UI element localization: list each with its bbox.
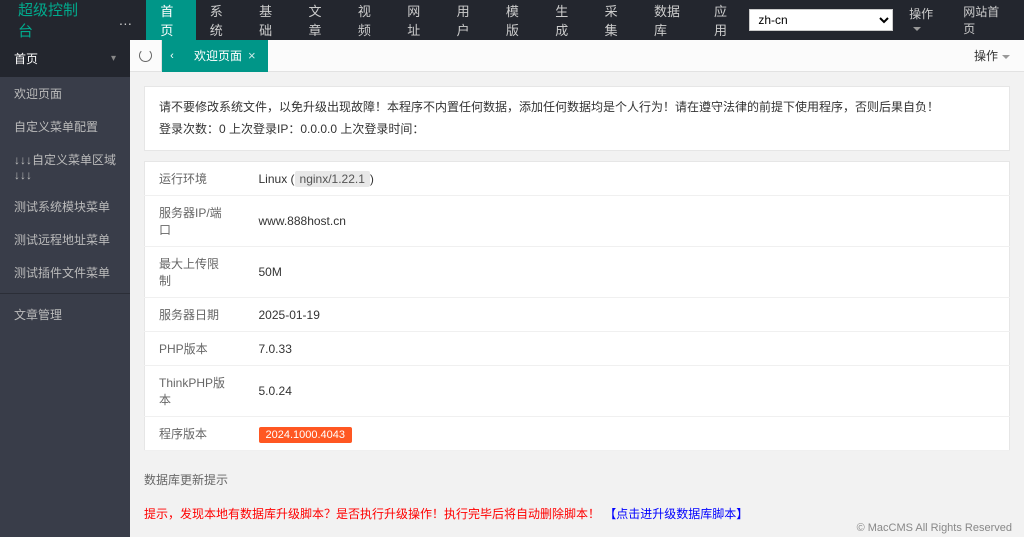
sidebar-item-3[interactable]: 测试系统模块菜单 <box>0 190 130 223</box>
topnav-item-3[interactable]: 文章 <box>294 0 343 40</box>
sidebar-item-1[interactable]: 自定义菜单配置 <box>0 110 130 143</box>
topnav-item-7[interactable]: 模版 <box>492 0 541 40</box>
notice-panel: 请不要修改系统文件，以免升级出现故障！本程序不内置任何数据，添加任何数据均是个人… <box>144 86 1010 151</box>
thinkphp-version: 5.0.24 <box>245 366 1010 417</box>
env-table: 运行环境Linux (nginx/1.22.1) 服务器IP/端口www.888… <box>144 161 1010 451</box>
home-site-link[interactable]: 网站首页 <box>957 3 1012 37</box>
db-update-title: 数据库更新提示 <box>144 463 1010 496</box>
topnav-item-0[interactable]: 首页 <box>146 0 195 40</box>
sidebar-item-article[interactable]: 文章管理 <box>0 298 130 331</box>
refresh-icon <box>139 49 152 62</box>
topnav-item-2[interactable]: 基础 <box>245 0 294 40</box>
notice-line2: 登录次数：0 上次登录IP：0.0.0.0 上次登录时间： <box>159 119 995 141</box>
app-version-badge: 2024.1000.4043 <box>259 427 353 443</box>
sidebar: 首页 ▾ 欢迎页面自定义菜单配置↓↓↓自定义菜单区域↓↓↓测试系统模块菜单测试远… <box>0 40 130 537</box>
server-date: 2025-01-19 <box>245 298 1010 332</box>
chevron-down-icon: ▾ <box>111 53 116 64</box>
sidebar-top-home[interactable]: 首页 ▾ <box>0 40 130 77</box>
topnav-item-8[interactable]: 生成 <box>541 0 590 40</box>
notice-line1: 请不要修改系统文件，以免升级出现故障！本程序不内置任何数据，添加任何数据均是个人… <box>159 97 995 119</box>
nginx-badge: nginx/1.22.1 <box>295 171 370 187</box>
sidebar-item-5[interactable]: 测试插件文件菜单 <box>0 256 130 289</box>
top-nav: 首页系统基础文章视频网址用户模版生成采集数据库应用 <box>146 0 749 40</box>
upload-limit: 50M <box>245 247 1010 298</box>
chevron-down-icon <box>1002 55 1010 59</box>
tab-welcome[interactable]: 欢迎页面 × <box>182 40 268 72</box>
topnav-item-6[interactable]: 用户 <box>443 0 492 40</box>
topnav-item-11[interactable]: 应用 <box>700 0 749 40</box>
ops-dropdown[interactable]: 操作 <box>903 5 947 36</box>
sidebar-item-2[interactable]: ↓↓↓自定义菜单区域↓↓↓ <box>0 143 130 190</box>
db-upgrade-link[interactable]: 【点击进升级数据库脚本】 <box>604 507 748 521</box>
topnav-item-10[interactable]: 数据库 <box>640 0 700 40</box>
topnav-item-1[interactable]: 系统 <box>196 0 245 40</box>
server-host: www.888host.cn <box>245 196 1010 247</box>
php-version: 7.0.33 <box>245 332 1010 366</box>
chevron-down-icon <box>913 27 921 31</box>
topnav-item-5[interactable]: 网址 <box>393 0 442 40</box>
tab-label: 欢迎页面 <box>194 47 242 64</box>
logo: 超级控制台 <box>0 0 104 41</box>
refresh-button[interactable] <box>130 40 162 72</box>
topnav-item-4[interactable]: 视频 <box>344 0 393 40</box>
sidebar-item-4[interactable]: 测试远程地址菜单 <box>0 223 130 256</box>
sidebar-item-0[interactable]: 欢迎页面 <box>0 77 130 110</box>
footer-copyright: © MacCMS All Rights Reserved <box>857 522 1012 534</box>
tab-ops-dropdown[interactable]: 操作 <box>960 47 1024 64</box>
env-os: Linux <box>259 172 288 186</box>
topnav-item-9[interactable]: 采集 <box>591 0 640 40</box>
tab-prev-button[interactable]: ‹ <box>162 40 182 72</box>
menu-toggle-icon[interactable]: … <box>104 12 146 28</box>
language-select[interactable]: zh-cn <box>749 9 893 31</box>
close-icon[interactable]: × <box>248 48 256 63</box>
tab-bar: ‹ 欢迎页面 × 操作 <box>130 40 1024 72</box>
